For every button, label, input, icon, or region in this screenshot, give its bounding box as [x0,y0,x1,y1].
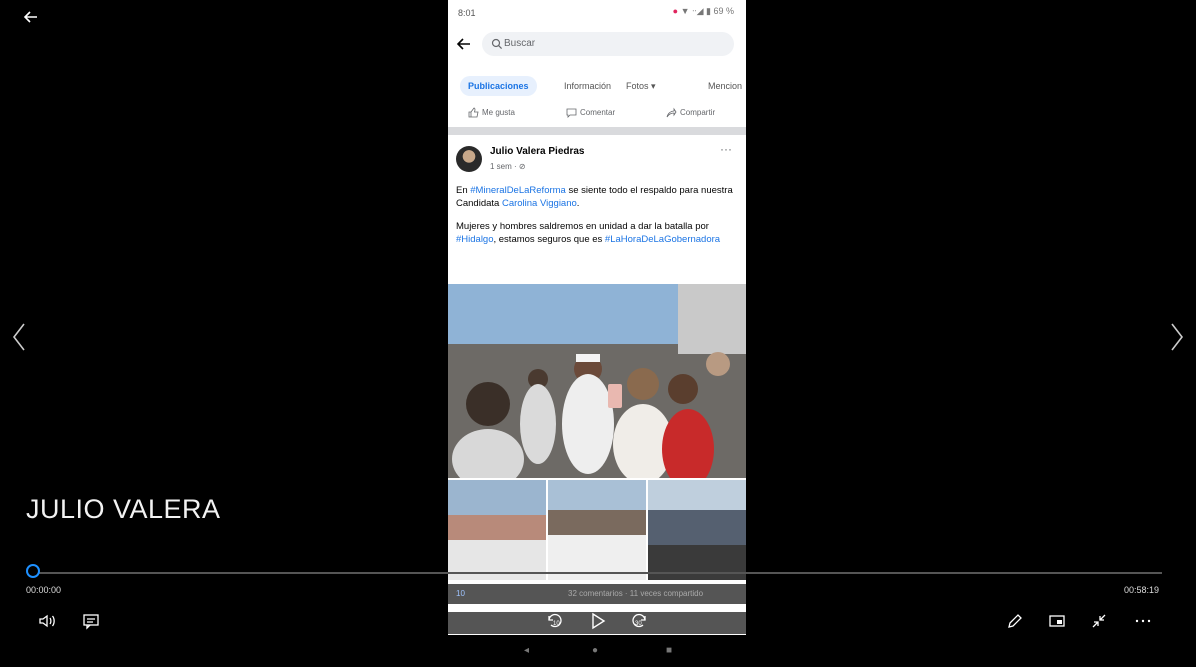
hashtag-link[interactable]: #LaHoraDeLaGobernadora [605,234,720,245]
android-home-icon[interactable]: ● [592,645,598,656]
text-run: . [576,198,580,209]
total-time: 00:58:19 [1124,585,1160,595]
section-divider [448,127,746,135]
mention-link[interactable]: Carolina Viggiano [502,198,577,209]
skip-forward-30-icon[interactable]: 30 [628,610,650,632]
search-placeholder: Buscar [504,38,536,49]
photo-thumbnails [448,480,746,580]
tab-fotos[interactable]: Fotos ▾ [618,76,664,96]
text-run: , estamos seguros que es [493,234,605,245]
search-row: Buscar [448,28,746,60]
post-more-icon[interactable]: ··· [720,142,732,156]
pen-icon[interactable] [1004,610,1026,632]
reaction-count[interactable]: 10 [456,589,465,598]
svg-text:30: 30 [635,621,642,627]
profile-tabs: Publicaciones Información Fotos ▾ Mencio… [448,72,746,100]
search-icon [491,38,503,50]
comment-label: Comentar [580,108,616,117]
avatar[interactable] [456,146,482,172]
comment-button[interactable]: Comentar [566,107,615,118]
text-run: Mujeres y hombres saldremos en unidad a … [456,221,709,232]
android-back-icon[interactable]: ◂ [524,645,529,656]
text-run: En [456,185,471,196]
thumbnail-photo[interactable] [648,480,746,580]
android-nav-bar: ◂ ● ■ [448,635,746,667]
seek-bar[interactable] [34,572,1162,574]
post-paragraph-1: En #MineralDeLaReforma se siente todo el… [456,184,740,210]
status-icons: ● ▼ ᐧᐧ◢ ▮ 69 % [673,6,734,17]
share-icon [666,107,677,118]
phone-screenshot: 8:01 ● ▼ ᐧᐧ◢ ▮ 69 % Buscar Publicaciones… [448,0,746,667]
post-meta: 1 sem · ⊘ [490,162,526,171]
svg-text:10: 10 [553,621,560,627]
post-header: Julio Valera Piedras 1 sem · ⊘ ··· [448,140,746,184]
hashtag-link[interactable]: #MineralDeLaReforma [470,185,566,196]
status-indicators: ▼ ᐧᐧ◢ ▮ 69 % [680,6,734,16]
volume-icon[interactable] [36,610,58,632]
play-icon[interactable] [586,610,608,632]
android-recents-icon[interactable]: ■ [666,645,672,656]
post-actions-row: Me gusta Comentar Compartir [448,104,746,124]
like-button[interactable]: Me gusta [468,107,515,118]
post-paragraph-2: Mujeres y hombres saldremos en unidad a … [456,220,740,246]
captions-icon[interactable] [80,610,102,632]
status-time: 8:01 [458,8,476,18]
comment-icon [566,108,577,118]
thumbnail-photo[interactable] [448,480,546,580]
seek-handle[interactable] [26,564,40,578]
reactions-row: 10 32 comentarios · 11 veces compartido [448,584,746,604]
post-text: En #MineralDeLaReforma se siente todo el… [456,184,740,256]
back-arrow-icon[interactable] [22,8,40,26]
skip-back-10-icon[interactable]: 10 [544,610,566,632]
share-button[interactable]: Compartir [666,107,715,118]
post-author[interactable]: Julio Valera Piedras [490,146,585,157]
like-label: Me gusta [482,108,515,117]
status-bar: 8:01 ● ▼ ᐧᐧ◢ ▮ 69 % [448,0,746,24]
exit-fullscreen-icon[interactable] [1088,610,1110,632]
hashtag-link[interactable]: #Hidalgo [456,234,494,245]
chevron-left-icon[interactable] [10,320,30,354]
post-photo[interactable] [448,284,746,478]
share-label: Compartir [680,108,716,117]
notification-icon: ● [672,6,679,16]
comment-share-counts[interactable]: 32 comentarios · 11 veces compartido [568,589,703,598]
search-input[interactable]: Buscar [482,32,734,56]
tab-menciones[interactable]: Mencion [700,76,746,96]
elapsed-time: 00:00:00 [26,585,62,595]
video-title: JULIO VALERA [26,494,221,524]
fb-back-arrow-icon[interactable] [456,36,472,52]
tab-publicaciones[interactable]: Publicaciones [460,76,537,96]
thumbs-up-icon [468,107,479,118]
chevron-right-icon[interactable] [1166,320,1186,354]
more-icon[interactable] [1132,610,1154,632]
miniview-icon[interactable] [1046,610,1068,632]
thumbnail-photo[interactable] [548,480,646,580]
tab-informacion[interactable]: Información [556,76,619,96]
